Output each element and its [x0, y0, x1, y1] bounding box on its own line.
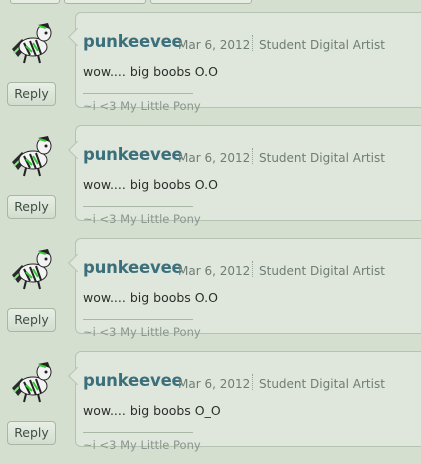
previous-button-edge[interactable] [64, 0, 146, 4]
user-role: Student Digital Artist [259, 151, 385, 165]
previous-button-edge[interactable] [150, 0, 252, 4]
signature-text: ~i <3 My Little Pony [83, 325, 201, 339]
reply-button[interactable]: Reply [7, 421, 56, 445]
zebra-pony-icon[interactable] [8, 358, 54, 404]
user-role: Student Digital Artist [259, 38, 385, 52]
comment: Reply punkeevee Mar 6, 2012 Student Digi… [0, 351, 421, 464]
bubble-pointer [68, 28, 78, 46]
comment-text: wow.... big boobs O.O [83, 177, 218, 192]
comment: Reply punkeevee Mar 6, 2012 Student Digi… [0, 125, 421, 238]
comment-date: Mar 6, 2012 [178, 264, 251, 278]
reply-button[interactable]: Reply [7, 82, 56, 106]
reply-button[interactable]: Reply [7, 308, 56, 332]
zebra-pony-icon[interactable] [8, 132, 54, 178]
meta-divider [252, 148, 253, 164]
meta-divider [252, 374, 253, 390]
user-role: Student Digital Artist [259, 377, 385, 391]
signature-divider [83, 93, 193, 94]
username-link[interactable]: punkeevee [83, 145, 183, 164]
signature-divider [83, 206, 193, 207]
comment-date: Mar 6, 2012 [178, 38, 251, 52]
previous-reply-button-edge[interactable] [10, 0, 60, 4]
comment-date: Mar 6, 2012 [178, 377, 251, 391]
bubble-pointer [68, 141, 78, 159]
comment-date: Mar 6, 2012 [178, 151, 251, 165]
username-link[interactable]: punkeevee [83, 32, 183, 51]
signature-divider [83, 432, 193, 433]
comment-text: wow.... big boobs O_O [83, 403, 221, 418]
reply-button[interactable]: Reply [7, 195, 56, 219]
comment: Reply punkeevee Mar 6, 2012 Student Digi… [0, 238, 421, 351]
user-role: Student Digital Artist [259, 264, 385, 278]
signature-text: ~i <3 My Little Pony [83, 99, 201, 113]
bubble-pointer [68, 367, 78, 385]
comment: Reply punkeevee Mar 6, 2012 Student Digi… [0, 12, 421, 125]
username-link[interactable]: punkeevee [83, 371, 183, 390]
signature-divider [83, 319, 193, 320]
zebra-pony-icon[interactable] [8, 19, 54, 65]
meta-divider [252, 261, 253, 277]
zebra-pony-icon[interactable] [8, 245, 54, 291]
bubble-pointer [68, 254, 78, 272]
comment-text: wow.... big boobs O.O [83, 290, 218, 305]
signature-text: ~i <3 My Little Pony [83, 438, 201, 452]
signature-text: ~i <3 My Little Pony [83, 212, 201, 226]
comment-text: wow.... big boobs O.O [83, 64, 218, 79]
previous-comment-strip [0, 0, 421, 4]
username-link[interactable]: punkeevee [83, 258, 183, 277]
meta-divider [252, 35, 253, 51]
